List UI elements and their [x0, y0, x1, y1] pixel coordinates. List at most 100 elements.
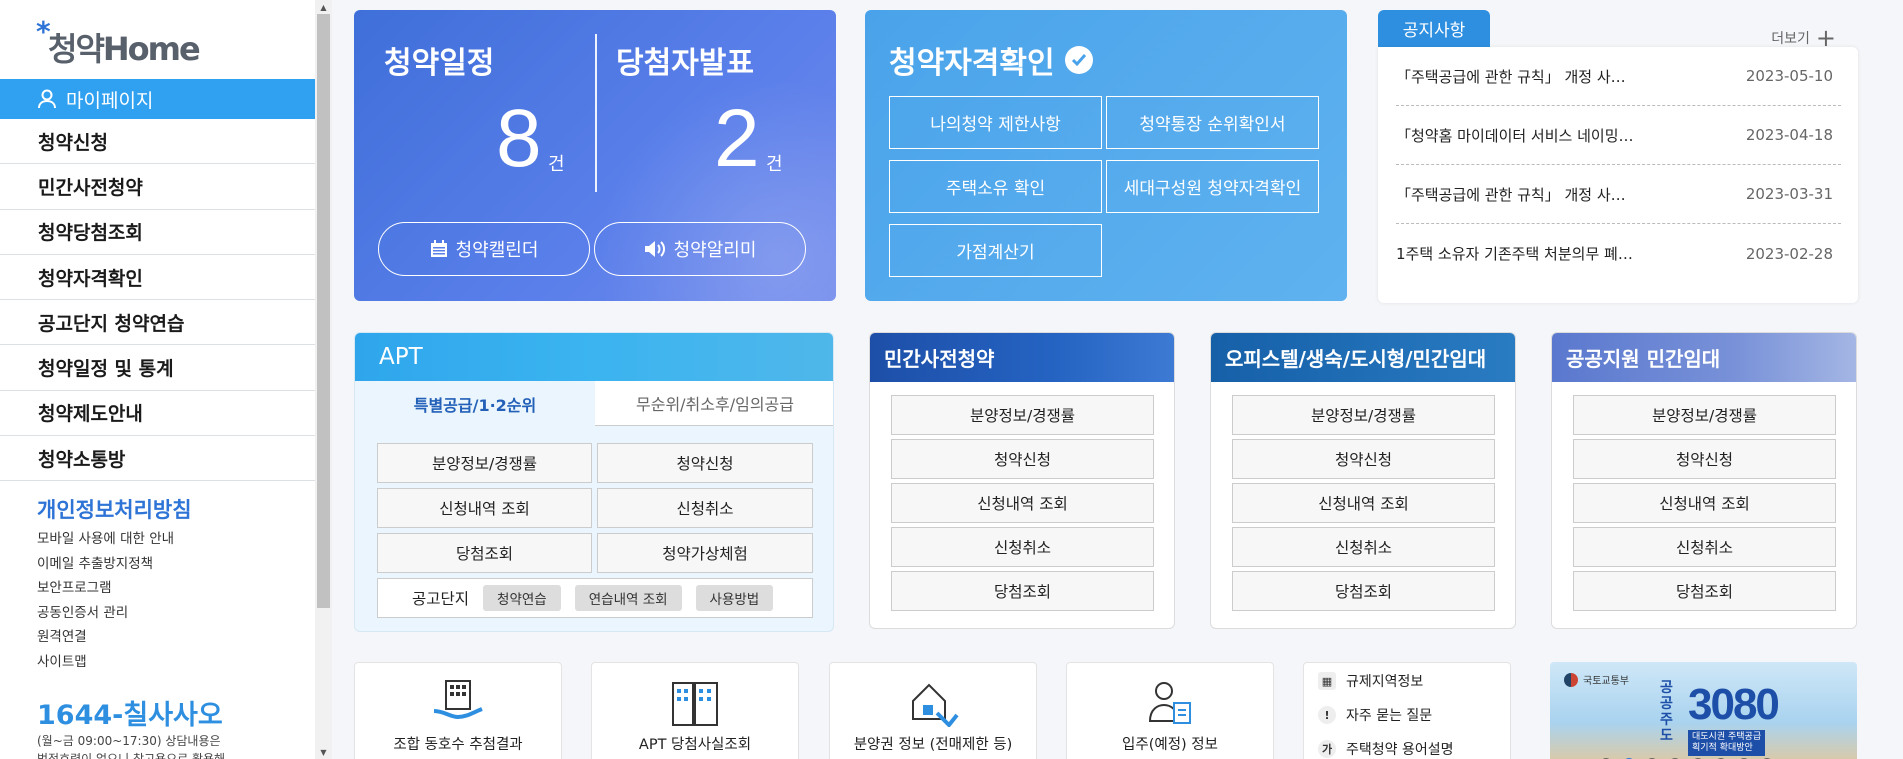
household-qualification-button[interactable]: 세대구성원 청약자격확인	[1106, 160, 1319, 213]
panel-apply-button[interactable]: 청약신청	[891, 439, 1154, 479]
resale-info-card[interactable]: 분양권 정보 (전매제한 등)	[829, 662, 1037, 759]
notice-item[interactable]: 「청약홈 마이데이터 서비스 네이밍… 2023-04-18	[1396, 106, 1841, 165]
panel-title: 민간사전청약	[870, 333, 1174, 382]
panel-apply-button[interactable]: 청약신청	[1232, 439, 1495, 479]
apt-winner-fact-card[interactable]: APT 당첨사실조회	[591, 662, 799, 759]
panel-history-button[interactable]: 신청내역 조회	[1232, 483, 1495, 523]
quick-links: ▦ 규제지역정보 ! 자주 묻는 질문 가 주택청약 용어설명	[1303, 662, 1511, 759]
schedule-unit: 건	[548, 154, 565, 175]
panel-cancel-button[interactable]: 신청취소	[891, 527, 1154, 567]
privacy-policy-link[interactable]: 개인정보처리방침	[37, 494, 192, 524]
schedule-card: 청약일정 8 건 당첨자발표 2 건 청약캘린더 청약알리미	[354, 10, 836, 301]
panel-winner-button[interactable]: 당첨조회	[1573, 571, 1836, 611]
regulation-area-link[interactable]: ▦ 규제지역정보	[1318, 671, 1423, 691]
apt-cancel-button[interactable]: 신청취소	[597, 488, 813, 528]
menu-item-pre-subscription[interactable]: 민간사전청약	[0, 164, 315, 210]
qualification-title: 청약자격확인	[889, 38, 1093, 82]
exclamation-icon: !	[1318, 706, 1336, 724]
link-email-policy[interactable]: 이메일 추출방지정책	[37, 552, 174, 577]
notice-item[interactable]: 「주택공급에 관한 규칙」 개정 사… 2023-03-31	[1396, 165, 1841, 224]
link-sitemap[interactable]: 사이트맵	[37, 650, 174, 675]
promo-banner[interactable]: 국토교통부 공공주도 3080 대도시권 주택공급 획기적 확대방안	[1550, 662, 1857, 759]
scrollbar-thumb[interactable]	[317, 14, 330, 608]
building-hand-icon	[433, 680, 483, 720]
panel-winner-button[interactable]: 당첨조회	[1232, 571, 1495, 611]
banner-caption-2: 획기적 확대방안	[1692, 743, 1753, 753]
panel-info-button[interactable]: 분양정보/경쟁률	[891, 395, 1154, 435]
site-logo[interactable]: * 청약Home	[36, 18, 246, 69]
banner-vertical: 공공주도	[1660, 680, 1673, 744]
menu-item-practice[interactable]: 공고단지 청약연습	[0, 300, 315, 346]
notice-tab[interactable]: 공지사항	[1378, 10, 1490, 47]
panel-history-button[interactable]: 신청내역 조회	[891, 483, 1154, 523]
notice-title: 「주택공급에 관한 규칙」 개정 사…	[1396, 67, 1626, 86]
practice-history-tag[interactable]: 연습내역 조회	[574, 585, 682, 611]
panel-cancel-button[interactable]: 신청취소	[1232, 527, 1495, 567]
winner-count[interactable]: 2	[714, 98, 760, 180]
menu-item-qualification[interactable]: 청약자격확인	[0, 255, 315, 301]
alarm-button[interactable]: 청약알리미	[594, 222, 806, 276]
panel-winner-button[interactable]: 당첨조회	[891, 571, 1154, 611]
schedule-title[interactable]: 청약일정	[384, 38, 494, 82]
point-calculator-button[interactable]: 가점계산기	[889, 224, 1102, 277]
scrollbar[interactable]: ▲ ▼	[315, 0, 332, 759]
mypage-label: 마이페이지	[66, 89, 154, 112]
scroll-down-icon[interactable]: ▼	[315, 745, 332, 759]
faq-link[interactable]: ! 자주 묻는 질문	[1318, 705, 1432, 725]
card-label: APT 당첨사실조회	[638, 737, 752, 753]
notice-item[interactable]: 1주택 소유자 기존주택 처분의무 폐… 2023-02-28	[1396, 224, 1841, 283]
apt-info-button[interactable]: 분양정보/경쟁률	[377, 443, 592, 483]
panel-info-button[interactable]: 분양정보/경쟁률	[1573, 395, 1836, 435]
house-ownership-button[interactable]: 주택소유 확인	[889, 160, 1102, 213]
notice-title: 「청약홈 마이데이터 서비스 네이밍…	[1396, 126, 1634, 145]
usage-tag[interactable]: 사용방법	[695, 585, 774, 611]
panel-history-button[interactable]: 신청내역 조회	[1573, 483, 1836, 523]
user-icon	[38, 89, 56, 109]
menu-item-apply[interactable]: 청약신청	[0, 119, 315, 165]
hours-line-2: 법적효력이 없으니 참고용으로 활용해	[37, 752, 226, 759]
divider	[595, 34, 597, 192]
glossary-icon: 가	[1318, 740, 1336, 758]
union-lottery-card[interactable]: 조합 동호수 추첨결과	[354, 662, 562, 759]
menu-item-schedule-stats[interactable]: 청약일정 및 통계	[0, 345, 315, 391]
footer-links: 모바일 사용에 대한 안내 이메일 추출방지정책 보안프로그램 공동인증서 관리…	[37, 527, 174, 675]
apt-simulation-button[interactable]: 청약가상체험	[597, 533, 813, 573]
building-icon: ▦	[1318, 672, 1336, 690]
notice-item[interactable]: 「주택공급에 관한 규칙」 개정 사… 2023-05-10	[1396, 47, 1841, 106]
glossary-link[interactable]: 가 주택청약 용어설명	[1318, 739, 1454, 759]
apt-winner-button[interactable]: 당첨조회	[377, 533, 592, 573]
winner-announce-title[interactable]: 당첨자발표	[616, 38, 754, 82]
calendar-label: 청약캘린더	[455, 240, 539, 261]
panel-info-button[interactable]: 분양정보/경쟁률	[1232, 395, 1495, 435]
menu-item-communication[interactable]: 청약소통방	[0, 436, 315, 482]
banner-number: 3080	[1688, 680, 1780, 729]
tab-special-supply[interactable]: 특별공급/1·2순위	[355, 381, 595, 426]
panel-cancel-button[interactable]: 신청취소	[1573, 527, 1836, 567]
scroll-up-icon[interactable]: ▲	[315, 0, 332, 14]
more-label: 더보기	[1771, 31, 1810, 47]
menu-item-winner-check[interactable]: 청약당첨조회	[0, 210, 315, 255]
link-certificate[interactable]: 공동인증서 관리	[37, 601, 174, 626]
schedule-count[interactable]: 8	[496, 98, 542, 180]
hours-text: (월~금 09:00~17:30) 상담내용은 법적효력이 없으니 참고용으로 …	[37, 732, 225, 759]
restriction-button[interactable]: 나의청약 제한사항	[889, 96, 1102, 149]
logo-text: 청약Home	[48, 30, 201, 68]
calendar-button[interactable]: 청약캘린더	[378, 222, 590, 276]
move-in-info-card[interactable]: 입주(예정) 정보	[1066, 662, 1274, 759]
tab-random-supply[interactable]: 무순위/취소후/임의공급	[595, 381, 833, 426]
link-mobile-guide[interactable]: 모바일 사용에 대한 안내	[37, 527, 174, 552]
officetel-panel: 오피스텔/생숙/도시형/민간임대 분양정보/경쟁률 청약신청 신청내역 조회 신…	[1210, 332, 1516, 629]
link-remote[interactable]: 원격연결	[37, 625, 174, 650]
apt-apply-button[interactable]: 청약신청	[597, 443, 813, 483]
panel-title: 공공지원 민간임대	[1552, 333, 1856, 382]
link-security-program[interactable]: 보안프로그램	[37, 576, 174, 601]
menu-item-system-guide[interactable]: 청약제도안내	[0, 391, 315, 437]
quick-link-label: 규제지역정보	[1346, 674, 1424, 690]
practice-tag[interactable]: 청약연습	[483, 585, 561, 611]
alarm-label: 청약알리미	[673, 240, 757, 261]
notice-title: 1주택 소유자 기존주택 처분의무 폐…	[1396, 245, 1633, 263]
mypage-button[interactable]: 마이페이지	[0, 79, 315, 119]
apt-history-button[interactable]: 신청내역 조회	[377, 488, 592, 528]
panel-apply-button[interactable]: 청약신청	[1573, 439, 1836, 479]
account-rank-button[interactable]: 청약통장 순위확인서	[1106, 96, 1319, 149]
